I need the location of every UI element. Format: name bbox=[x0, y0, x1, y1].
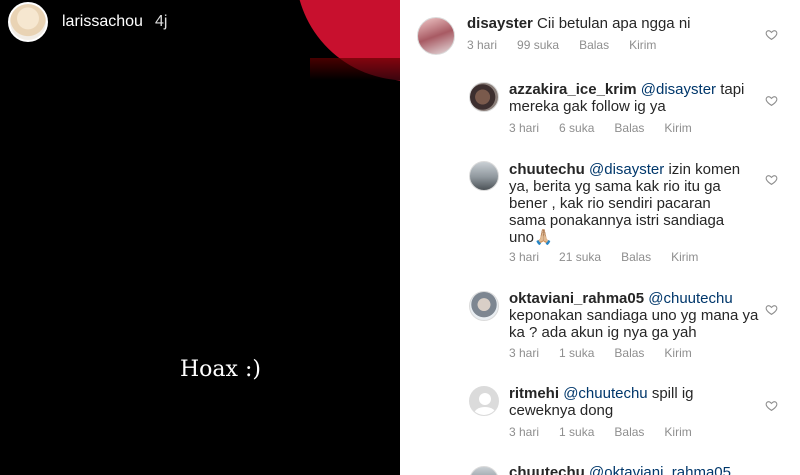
story-panel: larissachou 4j Hoax :) bbox=[0, 0, 400, 475]
story-username[interactable]: larissachou bbox=[62, 13, 143, 31]
send-button[interactable]: Kirim bbox=[664, 121, 691, 135]
heart-outline-icon[interactable] bbox=[765, 303, 778, 316]
comment-item: oktaviani_rahma05 @chuutechu keponakan s… bbox=[402, 280, 800, 365]
comment-likes[interactable]: 1 suka bbox=[559, 425, 594, 439]
comment-meta: 3 hari 21 suka Balas Kirim bbox=[509, 250, 718, 264]
comment-mention[interactable]: @oktaviani_rahma05 bbox=[589, 464, 731, 475]
comment-item: azzakira_ice_krim @disayster tapi mereka… bbox=[402, 70, 800, 140]
avatar[interactable] bbox=[469, 291, 499, 321]
avatar[interactable] bbox=[469, 161, 499, 191]
send-button[interactable]: Kirim bbox=[664, 346, 691, 360]
heart-outline-icon[interactable] bbox=[765, 28, 778, 41]
story-header: larissachou 4j bbox=[8, 2, 167, 42]
comment-item: ritmehi @chuutechu spill ig ceweknya don… bbox=[402, 375, 800, 450]
reply-button[interactable]: Balas bbox=[579, 38, 609, 52]
comment-item: disayster Cii betulan apa ngga ni 3 hari… bbox=[402, 0, 800, 60]
comment-meta: 3 hari 1 suka Balas Kirim bbox=[509, 425, 712, 439]
comment-username[interactable]: chuutechu bbox=[509, 464, 585, 475]
comment-likes[interactable]: 99 suka bbox=[517, 38, 559, 52]
comment-meta: 3 hari 6 suka Balas Kirim bbox=[509, 121, 712, 135]
comment-time: 3 hari bbox=[467, 38, 498, 52]
comment-mention[interactable]: @chuutechu bbox=[563, 385, 647, 402]
story-overlay-text: Hoax :) bbox=[180, 357, 261, 382]
comment-time: 3 hari bbox=[509, 346, 540, 360]
story-decoration-shadow bbox=[310, 58, 400, 80]
avatar[interactable] bbox=[417, 17, 455, 55]
comment-time: 3 hari bbox=[509, 121, 540, 135]
heart-outline-icon[interactable] bbox=[765, 399, 778, 412]
reply-button[interactable]: Balas bbox=[614, 425, 644, 439]
comment-username[interactable]: ritmehi bbox=[509, 385, 559, 402]
comment-username[interactable]: azzakira_ice_krim bbox=[509, 81, 637, 98]
reply-button[interactable]: Balas bbox=[614, 121, 644, 135]
avatar[interactable] bbox=[469, 82, 499, 112]
comment-mention[interactable]: @disayster bbox=[589, 161, 664, 178]
comment-time: 3 hari bbox=[509, 250, 540, 264]
comment-meta: 3 hari 1 suka Balas Kirim bbox=[509, 346, 712, 360]
comment-item: chuutechu @oktaviani_rahma05 bbox=[402, 456, 800, 475]
send-button[interactable]: Kirim bbox=[629, 38, 656, 52]
comment-text: Cii betulan apa ngga ni bbox=[537, 15, 691, 32]
comment-username[interactable]: disayster bbox=[467, 15, 533, 32]
reply-button[interactable]: Balas bbox=[614, 346, 644, 360]
comment-body: oktaviani_rahma05 @chuutechu keponakan s… bbox=[509, 290, 759, 341]
comment-text: keponakan sandiaga uno yg mana ya ka ? a… bbox=[509, 307, 759, 341]
story-avatar[interactable] bbox=[8, 2, 48, 42]
comment-body: chuutechu @oktaviani_rahma05 bbox=[509, 464, 769, 475]
comment-time: 3 hari bbox=[509, 425, 540, 439]
comments-panel: disayster Cii betulan apa ngga ni 3 hari… bbox=[402, 0, 800, 475]
comment-username[interactable]: oktaviani_rahma05 bbox=[509, 290, 644, 307]
comment-likes[interactable]: 1 suka bbox=[559, 346, 594, 360]
comment-body: azzakira_ice_krim @disayster tapi mereka… bbox=[509, 81, 754, 115]
comment-item: chuutechu @disayster izin komen ya, beri… bbox=[402, 150, 800, 270]
comment-mention[interactable]: @disayster bbox=[641, 81, 716, 98]
heart-outline-icon[interactable] bbox=[765, 94, 778, 107]
comment-body: disayster Cii betulan apa ngga ni bbox=[467, 15, 767, 32]
comment-body: ritmehi @chuutechu spill ig ceweknya don… bbox=[509, 385, 749, 419]
heart-outline-icon[interactable] bbox=[765, 173, 778, 186]
comment-body: chuutechu @disayster izin komen ya, beri… bbox=[509, 161, 741, 246]
comment-mention[interactable]: @chuutechu bbox=[648, 290, 732, 307]
comment-meta: 3 hari 99 suka Balas Kirim bbox=[467, 38, 676, 52]
user-silhouette-icon[interactable] bbox=[469, 386, 499, 416]
story-time: 4j bbox=[154, 13, 168, 30]
comment-likes[interactable]: 6 suka bbox=[559, 121, 594, 135]
reply-button[interactable]: Balas bbox=[621, 250, 651, 264]
send-button[interactable]: Kirim bbox=[664, 425, 691, 439]
avatar[interactable] bbox=[469, 466, 499, 475]
comment-likes[interactable]: 21 suka bbox=[559, 250, 601, 264]
comment-username[interactable]: chuutechu bbox=[509, 161, 585, 178]
send-button[interactable]: Kirim bbox=[671, 250, 698, 264]
